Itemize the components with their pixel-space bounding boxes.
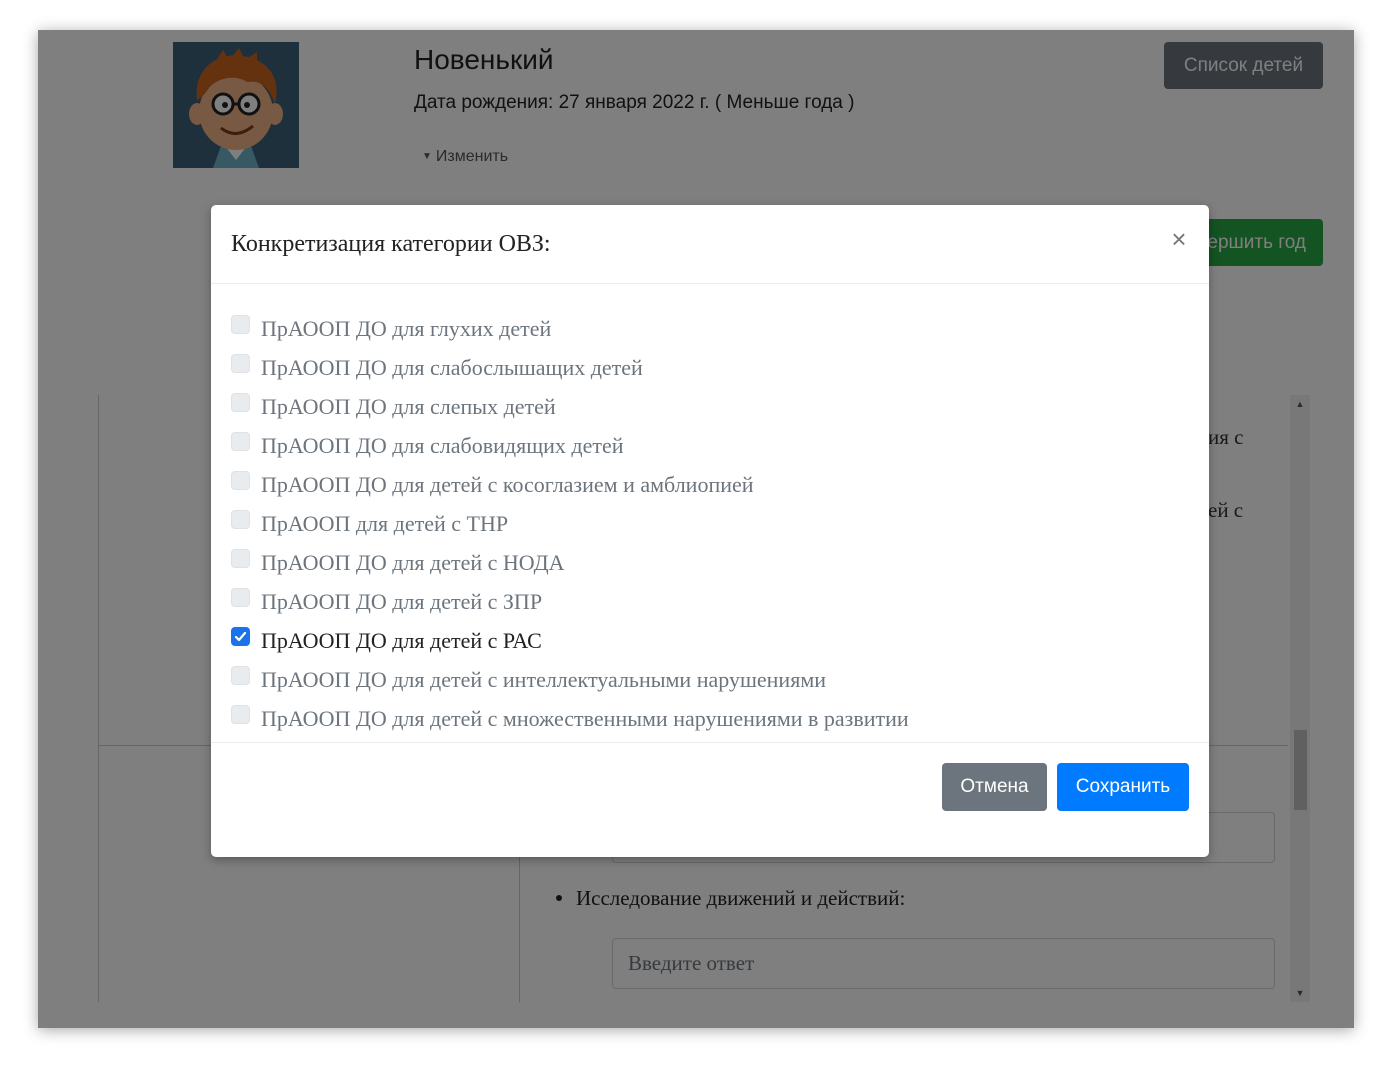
checkbox[interactable] <box>231 354 250 373</box>
cancel-button[interactable]: Отмена <box>942 763 1047 811</box>
app-window: Новенький Дата рождения: 27 января 2022 … <box>38 30 1354 1028</box>
option-label: ПрАООП ДО для слабослышащих детей <box>261 354 643 380</box>
option-checkbox-blind[interactable]: ПрАООП ДО для слепых детей <box>231 387 1189 426</box>
checkbox[interactable] <box>231 549 250 568</box>
save-button[interactable]: Сохранить <box>1057 763 1189 811</box>
option-checkbox-ras[interactable]: ПрАООП ДО для детей с РАС <box>231 621 1189 660</box>
option-label: ПрАООП ДО для детей с НОДА <box>261 549 565 575</box>
checkmark-icon <box>234 631 247 642</box>
checkbox[interactable] <box>231 705 250 724</box>
option-label: ПрАООП ДО для слепых детей <box>261 393 556 419</box>
option-checkbox-multiple[interactable]: ПрАООП ДО для детей с множественными нар… <box>231 699 1189 738</box>
option-checkbox-deaf[interactable]: ПрАООП ДО для глухих детей <box>231 309 1189 348</box>
option-label: ПрАООП ДО для детей с косоглазием и амбл… <box>261 471 754 497</box>
option-checkbox-zpr[interactable]: ПрАООП ДО для детей с ЗПР <box>231 582 1189 621</box>
modal-header: Конкретизация категории ОВЗ: × <box>211 205 1209 284</box>
checkbox[interactable] <box>231 588 250 607</box>
close-icon[interactable]: × <box>1167 225 1191 253</box>
option-checkbox-strabismus[interactable]: ПрАООП ДО для детей с косоглазием и амбл… <box>231 465 1189 504</box>
option-checkbox-hard-of-hearing[interactable]: ПрАООП ДО для слабослышащих детей <box>231 348 1189 387</box>
option-checkbox-visually-impaired[interactable]: ПрАООП ДО для слабовидящих детей <box>231 426 1189 465</box>
option-label: ПрАООП ДО для детей с интеллектуальными … <box>261 666 827 692</box>
option-label: ПрАООП ДО для детей с ЗПР <box>261 588 543 614</box>
option-checkbox-intellectual[interactable]: ПрАООП ДО для детей с интеллектуальными … <box>231 660 1189 699</box>
checkbox[interactable] <box>231 471 250 490</box>
checkbox[interactable] <box>231 315 250 334</box>
option-label: ПрАООП ДО для глухих детей <box>261 315 552 341</box>
option-checkbox-noda[interactable]: ПрАООП ДО для детей с НОДА <box>231 543 1189 582</box>
modal-body: ПрАООП ДО для глухих детей ПрАООП ДО для… <box>211 284 1209 742</box>
checkbox[interactable] <box>231 666 250 685</box>
checkbox[interactable] <box>231 510 250 529</box>
option-label: ПрАООП для детей с ТНР <box>261 510 509 536</box>
modal-title: Конкретизация категории ОВЗ: <box>231 231 551 257</box>
option-checkbox-tnr[interactable]: ПрАООП для детей с ТНР <box>231 504 1189 543</box>
ovz-category-modal: Конкретизация категории ОВЗ: × ПрАООП ДО… <box>211 205 1209 857</box>
modal-footer: Отмена Сохранить <box>211 742 1209 858</box>
option-label: ПрАООП ДО для слабовидящих детей <box>261 432 624 458</box>
checkbox[interactable] <box>231 432 250 451</box>
option-label: ПрАООП ДО для детей с РАС <box>261 627 542 653</box>
option-label: ПрАООП ДО для детей с множественными нар… <box>261 705 909 731</box>
checkbox[interactable] <box>231 393 250 412</box>
checkbox-checked[interactable] <box>231 627 250 646</box>
